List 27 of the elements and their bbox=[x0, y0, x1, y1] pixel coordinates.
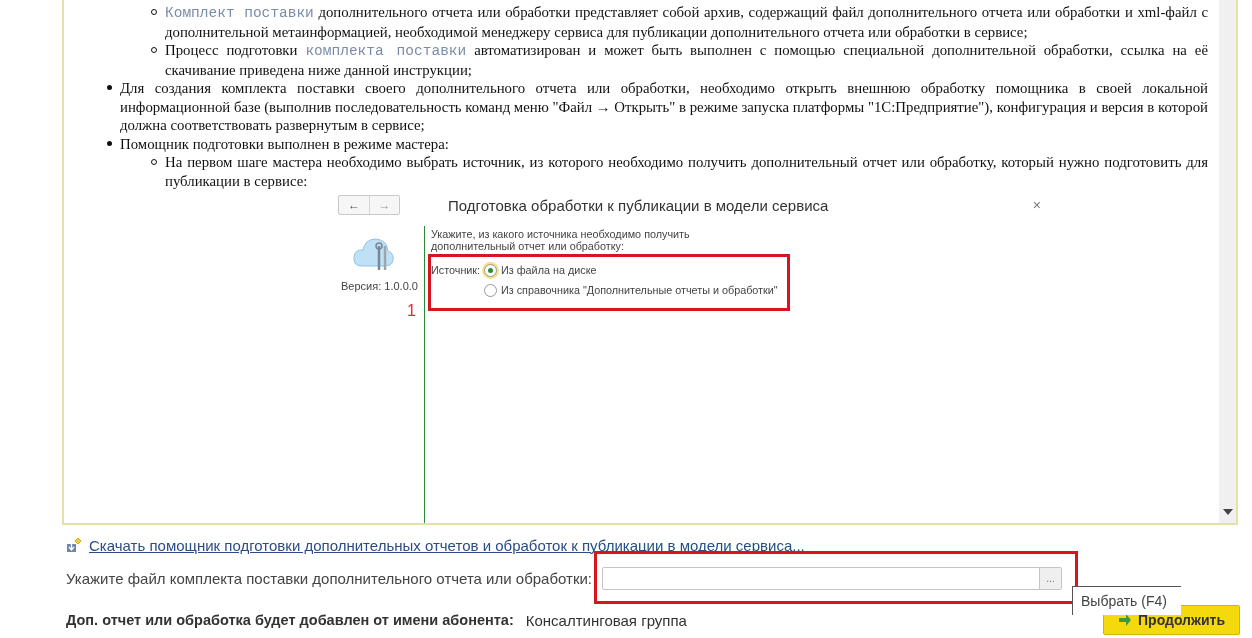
bullet-icon bbox=[107, 140, 112, 146]
radio-option[interactable]: Из файла на диске bbox=[483, 262, 598, 278]
download-link[interactable]: Скачать помощник подготовки дополнительных отчетов и обработок к публикации в модели сервиса... bbox=[89, 536, 805, 554]
paragraph: Для создания комплекта поставки своего дополнительного отчета или обработки, необходимо открыть внешнюю обработку помощника в своей локальной информационной базе (выполнив последовательность команд меню "Файл → Открыть" в режиме запуска платформы "1С:Предприятие"), конфигурация и версия в которой должна соответствовать развернутым в сервисе; bbox=[120, 79, 1208, 135]
subscriber-label: Доп. отчет или обработка будет добавлен от имени абонента: bbox=[66, 612, 514, 628]
close-button[interactable]: × bbox=[1028, 197, 1045, 213]
choose-button[interactable]: ... bbox=[1039, 567, 1061, 589]
instruction-text: Укажите, из какого источника необходимо получить дополнительный отчет или обработку: bbox=[431, 228, 691, 252]
down-arrow-icon bbox=[1222, 509, 1233, 515]
paragraph: Процесс подготовки комплекта поставки автоматизирован и может быть выполнен с помощью специальной дополнительной обработки, ссылка на её скачивание приведена ниже данной инструкции; bbox=[165, 41, 1208, 79]
scrollbar[interactable] bbox=[1219, 0, 1236, 523]
paragraph: На первом шаге мастера необходимо выбрать источник, из которого необходимо получить дополнительный отчет или обработку, который нужно подготовить для публикации в сервисе: bbox=[165, 153, 1208, 190]
subscriber-value: Консалтинговая группа bbox=[525, 611, 687, 629]
back-button[interactable]: ← bbox=[339, 196, 369, 214]
field-label: Укажите файл комплекта поставки дополнительного отчета или обработки: bbox=[66, 569, 592, 587]
paragraph: Комплект поставки дополнительного отчета или обработки представляет собой архив, содержащий файл дополнительного отчета или обработки и xml-файл с дополнительной метаинформацией, необходимой менеджеру сервиса для публикации дополнительного отчета или обработки в сервисе; bbox=[165, 3, 1208, 41]
tooltip: Выбрать (F4) bbox=[1072, 586, 1181, 615]
paragraph: Помощник подготовки выполнен в режиме мастера: bbox=[120, 134, 450, 153]
radio-option[interactable]: Из справочника "Дополнительные отчеты и обработки" bbox=[483, 282, 779, 298]
arrow-icon bbox=[1118, 613, 1133, 627]
version-label: Версия: 1.0.0.0 bbox=[341, 280, 418, 292]
step-number: 1 bbox=[407, 302, 416, 320]
wizard-title: Подготовка обработки к публикации в модели сервиса bbox=[448, 196, 830, 214]
download-icon bbox=[66, 537, 82, 553]
file-input-field[interactable]: ... bbox=[602, 566, 1062, 590]
source-label: Источник: bbox=[431, 264, 482, 276]
bullet-icon bbox=[107, 85, 112, 90]
